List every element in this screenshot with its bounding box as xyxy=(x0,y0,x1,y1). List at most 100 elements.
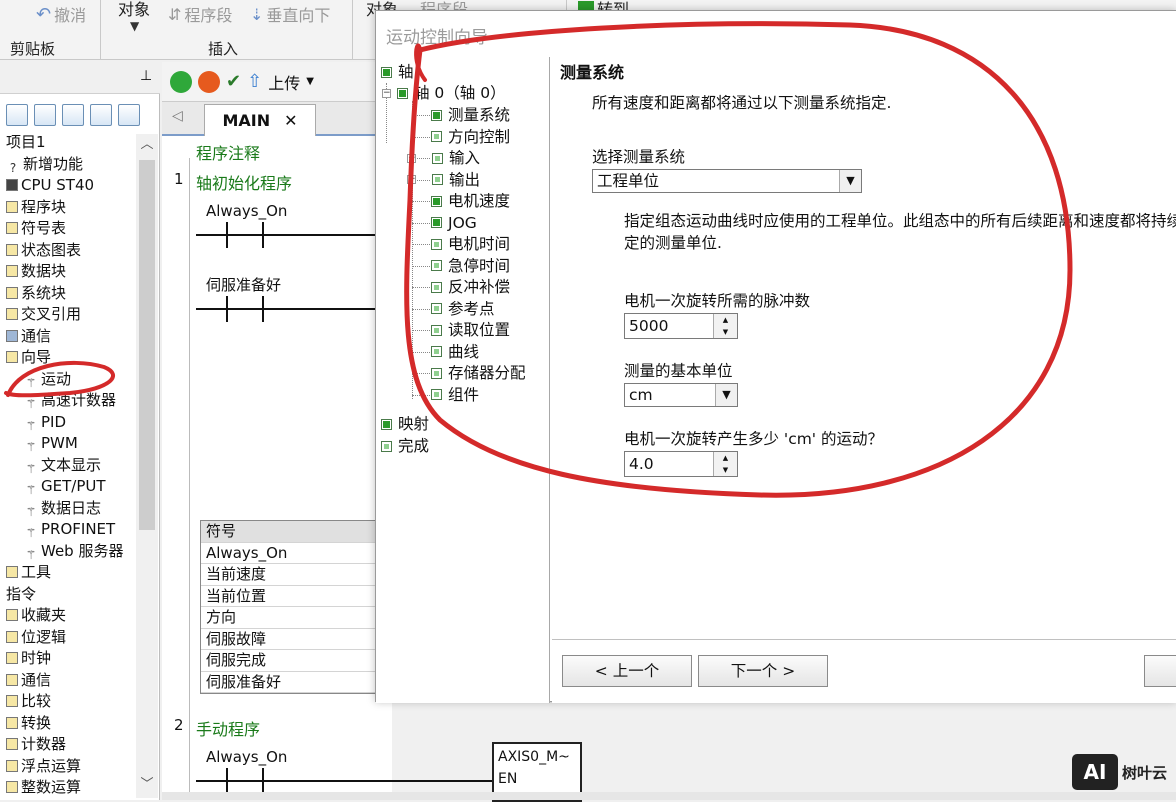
chevron-down-icon[interactable]: ▼ xyxy=(839,170,861,192)
tree-item[interactable]: 系统块 xyxy=(6,283,66,303)
segment-button[interactable]: ⇵ 程序段 xyxy=(168,0,232,28)
tree-item[interactable]: 转换 xyxy=(6,713,51,733)
tree-item[interactable]: ⚚ PID xyxy=(24,412,66,433)
editor-horizontal-scrollbar[interactable] xyxy=(162,792,1176,800)
pulses-stepper[interactable]: 5000 ▲ ▼ xyxy=(624,313,738,339)
prev-button[interactable]: < 上一个 xyxy=(562,655,692,687)
nav-item[interactable]: 方向控制 xyxy=(431,127,510,147)
tree-item[interactable]: ⚚ 数据日志 xyxy=(24,498,101,519)
next-button[interactable]: 下一个 > xyxy=(698,655,828,687)
expand-icon[interactable]: + xyxy=(407,153,416,163)
stepper-up-icon[interactable]: ▲ xyxy=(713,314,737,326)
expand-icon[interactable]: + xyxy=(407,175,416,184)
contact-1[interactable] xyxy=(196,222,376,248)
pin-icon[interactable]: ⊥ xyxy=(140,68,152,84)
table-row[interactable]: Always_On xyxy=(201,542,379,564)
tree-item[interactable]: 状态图表 xyxy=(6,240,81,260)
table-row[interactable]: 伺服准备好 xyxy=(201,671,379,693)
nav-item[interactable]: 反冲补偿 xyxy=(431,277,510,297)
compile-icon[interactable]: ✔ xyxy=(226,71,241,92)
tree-item[interactable]: 时钟 xyxy=(6,648,51,668)
nav-item[interactable]: 组件 xyxy=(431,385,479,405)
tree-item[interactable]: ⚚ Web 服务器 xyxy=(24,541,124,562)
tree-item[interactable]: ⚚ 高速计数器 xyxy=(24,390,116,411)
list-icon[interactable] xyxy=(90,104,112,126)
dialog-button-partial[interactable] xyxy=(1144,655,1176,687)
nav-item[interactable]: 电机速度 xyxy=(431,191,510,211)
tree-item[interactable]: 浮点运算 xyxy=(6,756,81,776)
tree-item[interactable]: 收藏夹 xyxy=(6,605,66,625)
tab-main[interactable]: MAIN ✕ xyxy=(204,104,316,136)
nav-finish[interactable]: 完成 xyxy=(381,436,429,456)
tree-item[interactable]: 数据块 xyxy=(6,261,66,281)
scroll-down-icon[interactable]: ﹀ xyxy=(140,778,154,792)
tree-item[interactable]: ⚚ 文本显示 xyxy=(24,455,101,476)
tab-scroll-left-icon[interactable]: ◁ xyxy=(172,108,183,124)
tree-item[interactable]: 位逻辑 xyxy=(6,627,66,647)
tree-item[interactable]: 项目1 xyxy=(6,132,46,152)
nav-item[interactable]: 存储器分配 xyxy=(431,363,526,383)
stop-icon[interactable] xyxy=(198,70,220,93)
close-icon[interactable]: ✕ xyxy=(284,111,297,130)
monitor-icon[interactable] xyxy=(118,104,140,126)
stepper-up-icon[interactable]: ▲ xyxy=(713,452,737,464)
tree-item[interactable]: 整数运算 xyxy=(6,777,81,797)
tree-item[interactable]: 指令 xyxy=(6,584,36,604)
tree-item[interactable]: 向导 xyxy=(6,347,51,367)
table-row[interactable]: 当前位置 xyxy=(201,585,379,607)
tree-scrollbar[interactable]: ︿ ﹀ xyxy=(136,134,158,798)
table-row[interactable]: 伺服故障 xyxy=(201,628,379,650)
contact-3[interactable] xyxy=(196,768,492,794)
tree-item[interactable]: 工具 xyxy=(6,562,51,582)
table-row[interactable]: 方向 xyxy=(201,607,379,629)
chevron-down-icon[interactable]: ▼ xyxy=(306,76,314,87)
tree-item[interactable]: CPU ST40 xyxy=(6,175,94,195)
base-unit-select[interactable]: cm ▼ xyxy=(624,383,738,407)
nav-item[interactable]: + 输入 xyxy=(407,148,480,168)
table-row[interactable]: 伺服完成 xyxy=(201,650,379,672)
nav-axis[interactable]: 轴 xyxy=(381,62,414,82)
undo-button[interactable]: ↶ 撤消 xyxy=(36,0,86,28)
nav-item[interactable]: 测量系统 xyxy=(431,105,510,125)
nav-item[interactable]: + 输出 xyxy=(407,170,480,190)
stepper-down-icon[interactable]: ▼ xyxy=(713,464,737,476)
nav-mapping[interactable]: 映射 xyxy=(381,414,429,434)
tree-item[interactable]: 程序块 xyxy=(6,197,66,217)
upload-button[interactable]: 上传 xyxy=(268,70,300,94)
scroll-up-icon[interactable]: ︿ xyxy=(140,138,154,152)
tree-item[interactable]: 通信 xyxy=(6,670,51,690)
tree-item[interactable]: ? 新增功能 xyxy=(6,154,83,175)
tree-item[interactable]: ⚚ 运动 xyxy=(24,369,71,390)
nav-item[interactable]: 曲线 xyxy=(431,342,479,362)
stepper-down-icon[interactable]: ▼ xyxy=(713,326,737,338)
nav-item[interactable]: 参考点 xyxy=(431,299,495,319)
document-icon[interactable] xyxy=(34,104,56,126)
run-icon[interactable] xyxy=(170,70,192,93)
nav-item[interactable]: JOG xyxy=(431,213,477,233)
tree-item[interactable]: 符号表 xyxy=(6,218,66,238)
page-icon[interactable] xyxy=(62,104,84,126)
network-title-1[interactable]: 轴初始化程序 xyxy=(196,170,292,194)
tree-item[interactable]: 比较 xyxy=(6,691,51,711)
chevron-down-icon[interactable]: ▼ xyxy=(715,384,737,406)
table-row[interactable]: 当前速度 xyxy=(201,564,379,586)
network-title-2[interactable]: 手动程序 xyxy=(196,716,260,740)
nav-axis0[interactable]: − 轴 0（轴 0） xyxy=(382,83,506,103)
tree-item[interactable]: 计数器 xyxy=(6,734,66,754)
tree-item[interactable]: 交叉引用 xyxy=(6,304,81,324)
view-icon[interactable] xyxy=(6,104,28,126)
scrollbar-thumb[interactable] xyxy=(139,160,155,530)
collapse-icon[interactable]: − xyxy=(382,88,391,98)
vertical-down-button[interactable]: ⇣ 垂直向下 xyxy=(250,0,330,28)
program-comment[interactable]: 程序注释 xyxy=(196,140,260,164)
contact-2[interactable] xyxy=(196,296,376,322)
tree-item[interactable]: ⚚ PROFINET xyxy=(24,519,116,540)
motion-per-rev-stepper[interactable]: 4.0 ▲ ▼ xyxy=(624,451,738,477)
nav-item[interactable]: 读取位置 xyxy=(431,320,510,340)
tree-item[interactable]: ⚚ GET/PUT xyxy=(24,476,106,497)
measurement-system-select[interactable]: 工程单位 ▼ xyxy=(592,169,862,193)
tree-item[interactable]: 通信 xyxy=(6,326,51,346)
tree-item[interactable]: ⚚ PWM xyxy=(24,433,78,454)
nav-item[interactable]: 电机时间 xyxy=(431,234,510,254)
nav-item[interactable]: 急停时间 xyxy=(431,256,510,276)
